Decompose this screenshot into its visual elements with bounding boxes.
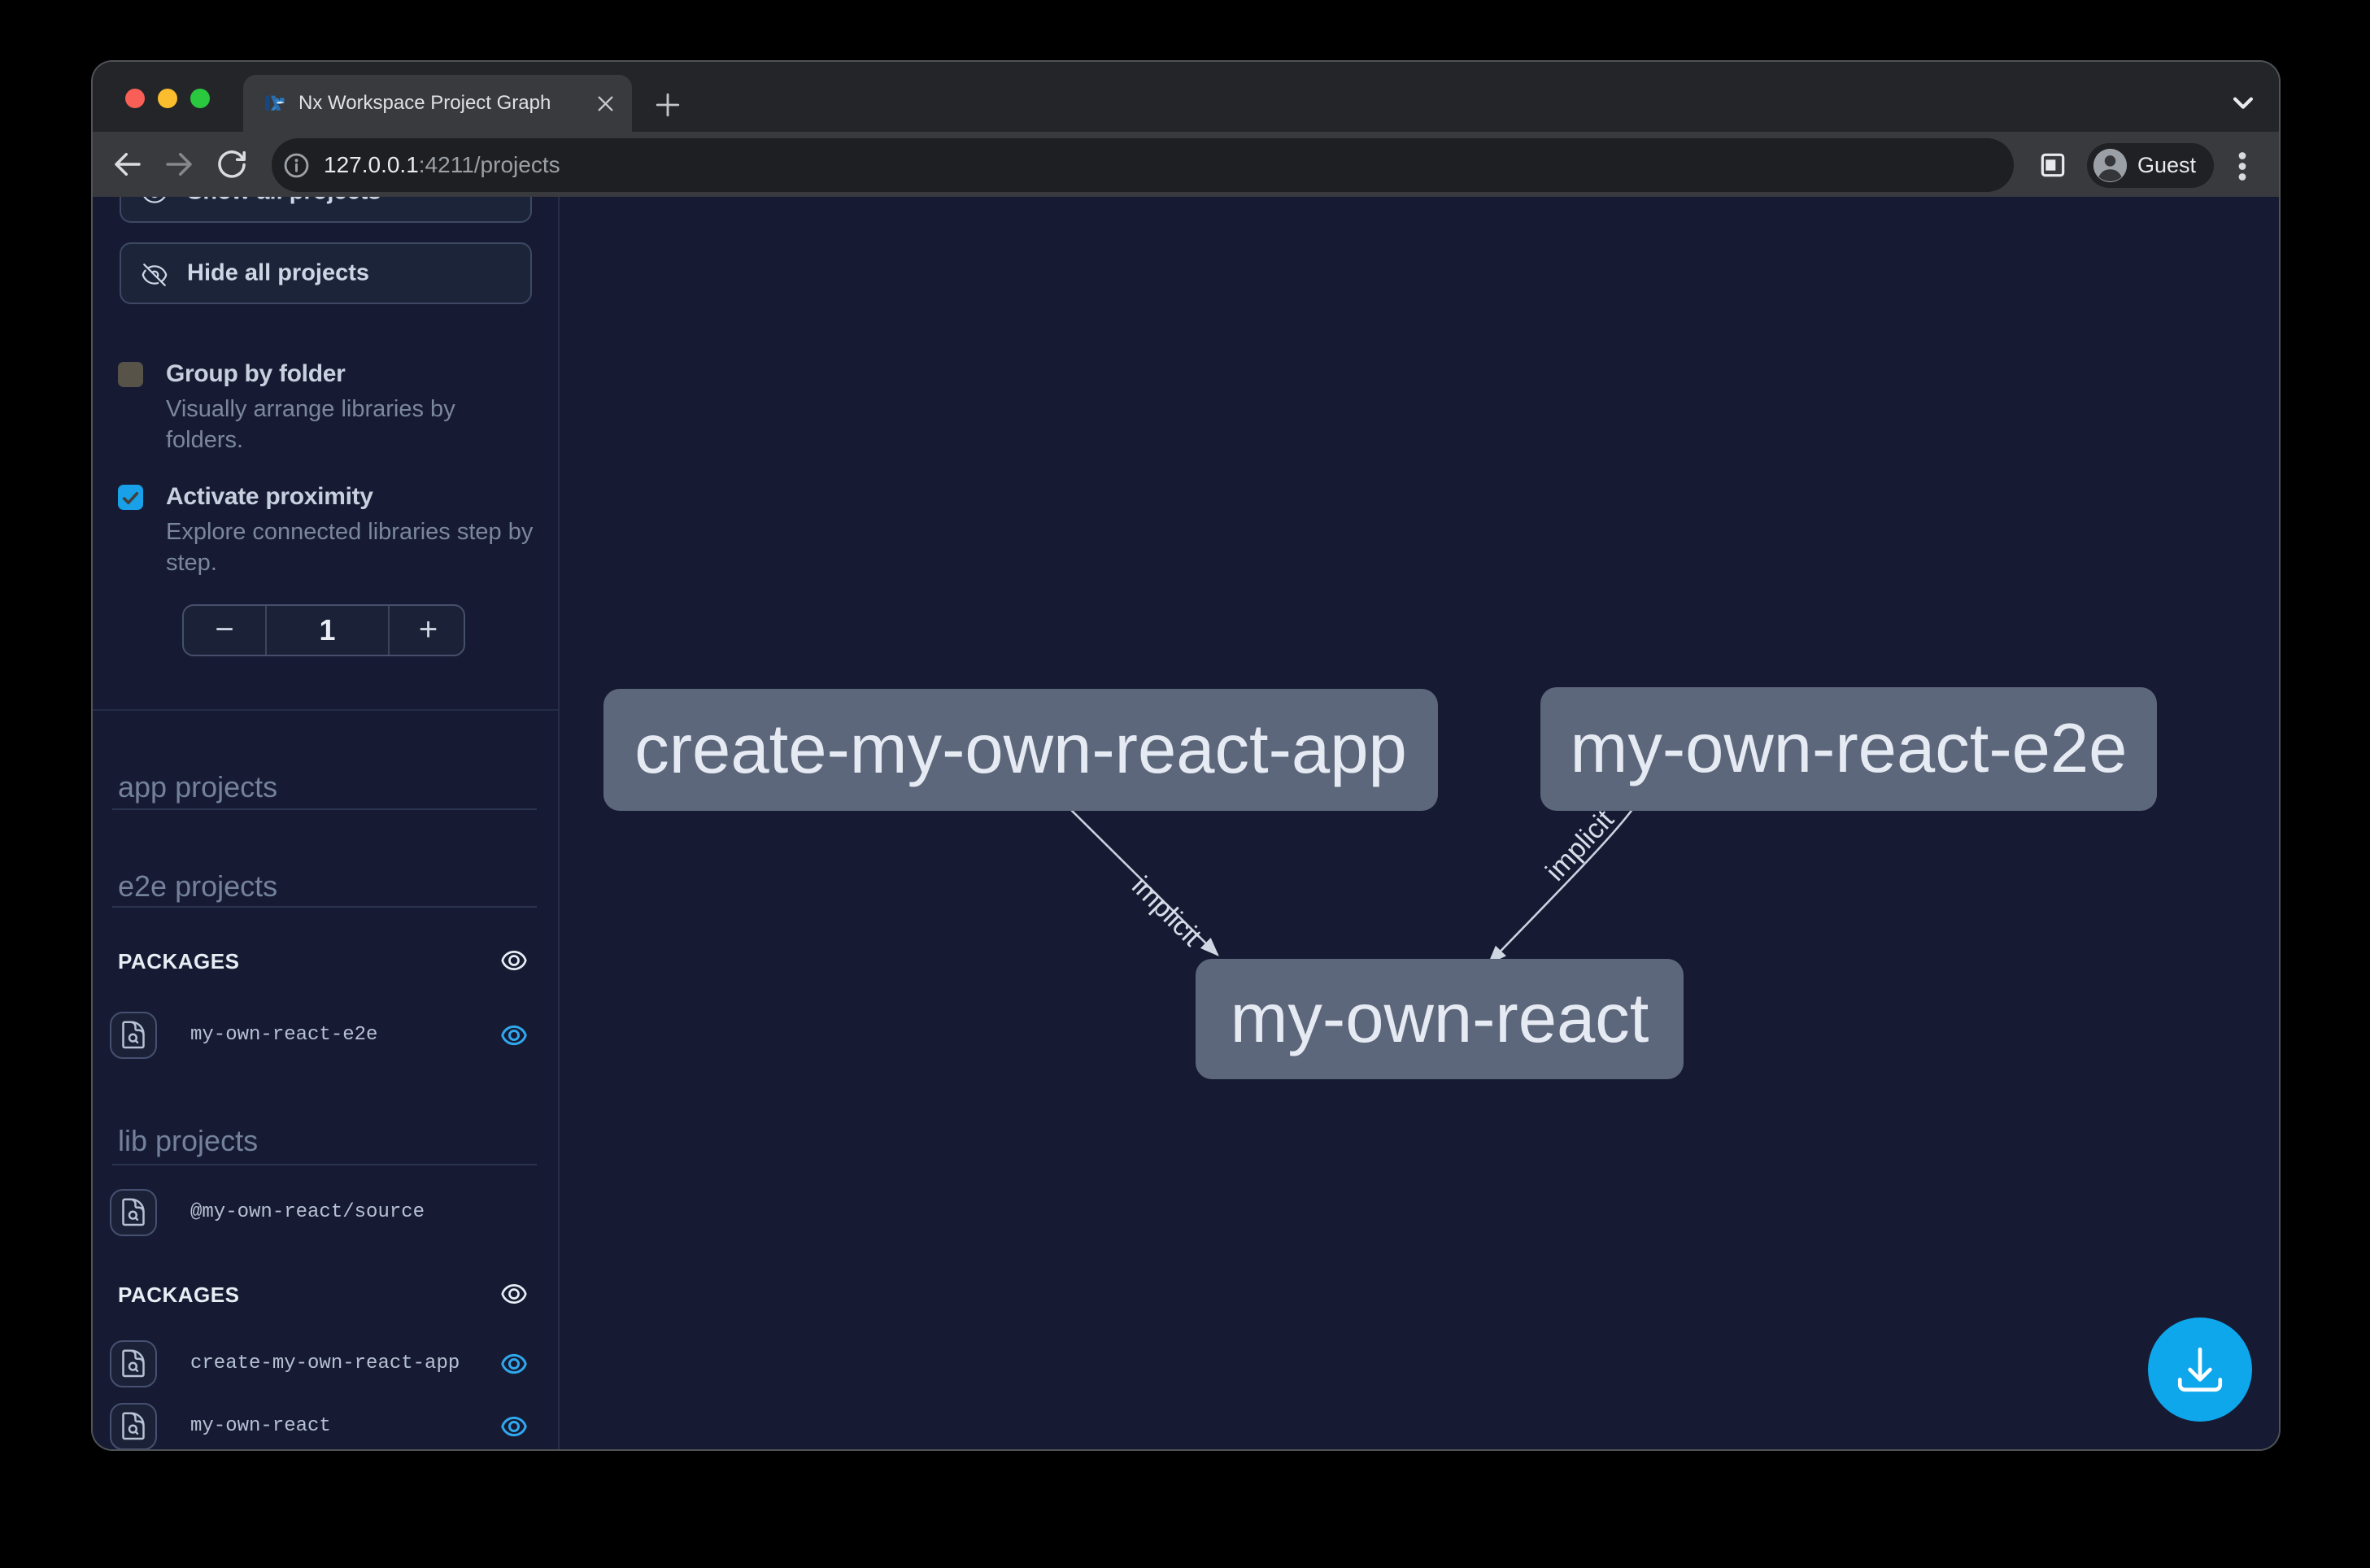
svg-text:implicit: implicit — [1126, 870, 1208, 952]
svg-text:implicit: implicit — [1540, 804, 1620, 886]
